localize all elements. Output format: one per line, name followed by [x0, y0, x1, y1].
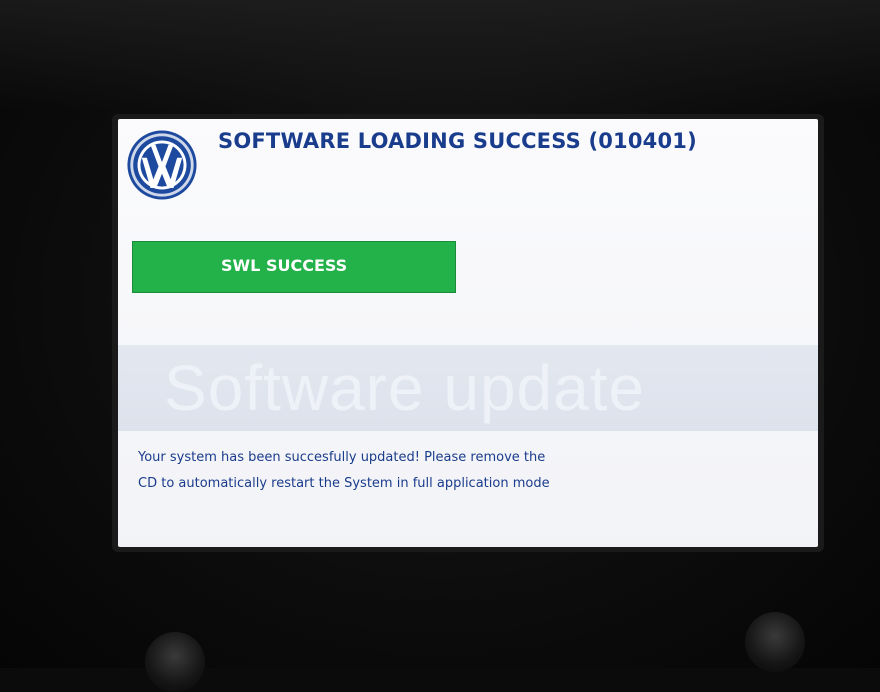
status-message: Your system has been succesfully updated… — [138, 445, 758, 497]
watermark-text: Software update — [164, 352, 646, 424]
bezel-sheen — [0, 0, 880, 110]
status-badge: SWL SUCCESS — [132, 241, 456, 293]
vw-logo-icon — [127, 130, 197, 200]
message-line-1: Your system has been succesfully updated… — [138, 450, 546, 465]
watermark-band: Software update — [118, 345, 818, 431]
page-title: SOFTWARE LOADING SUCCESS (010401) — [218, 129, 697, 153]
right-rotary-knob[interactable] — [745, 612, 805, 672]
status-label: SWL SUCCESS — [221, 256, 348, 275]
display-screen: SOFTWARE LOADING SUCCESS (010401) SWL SU… — [118, 119, 818, 547]
left-rotary-knob[interactable] — [145, 632, 205, 692]
message-line-2: CD to automatically restart the System i… — [138, 476, 550, 491]
